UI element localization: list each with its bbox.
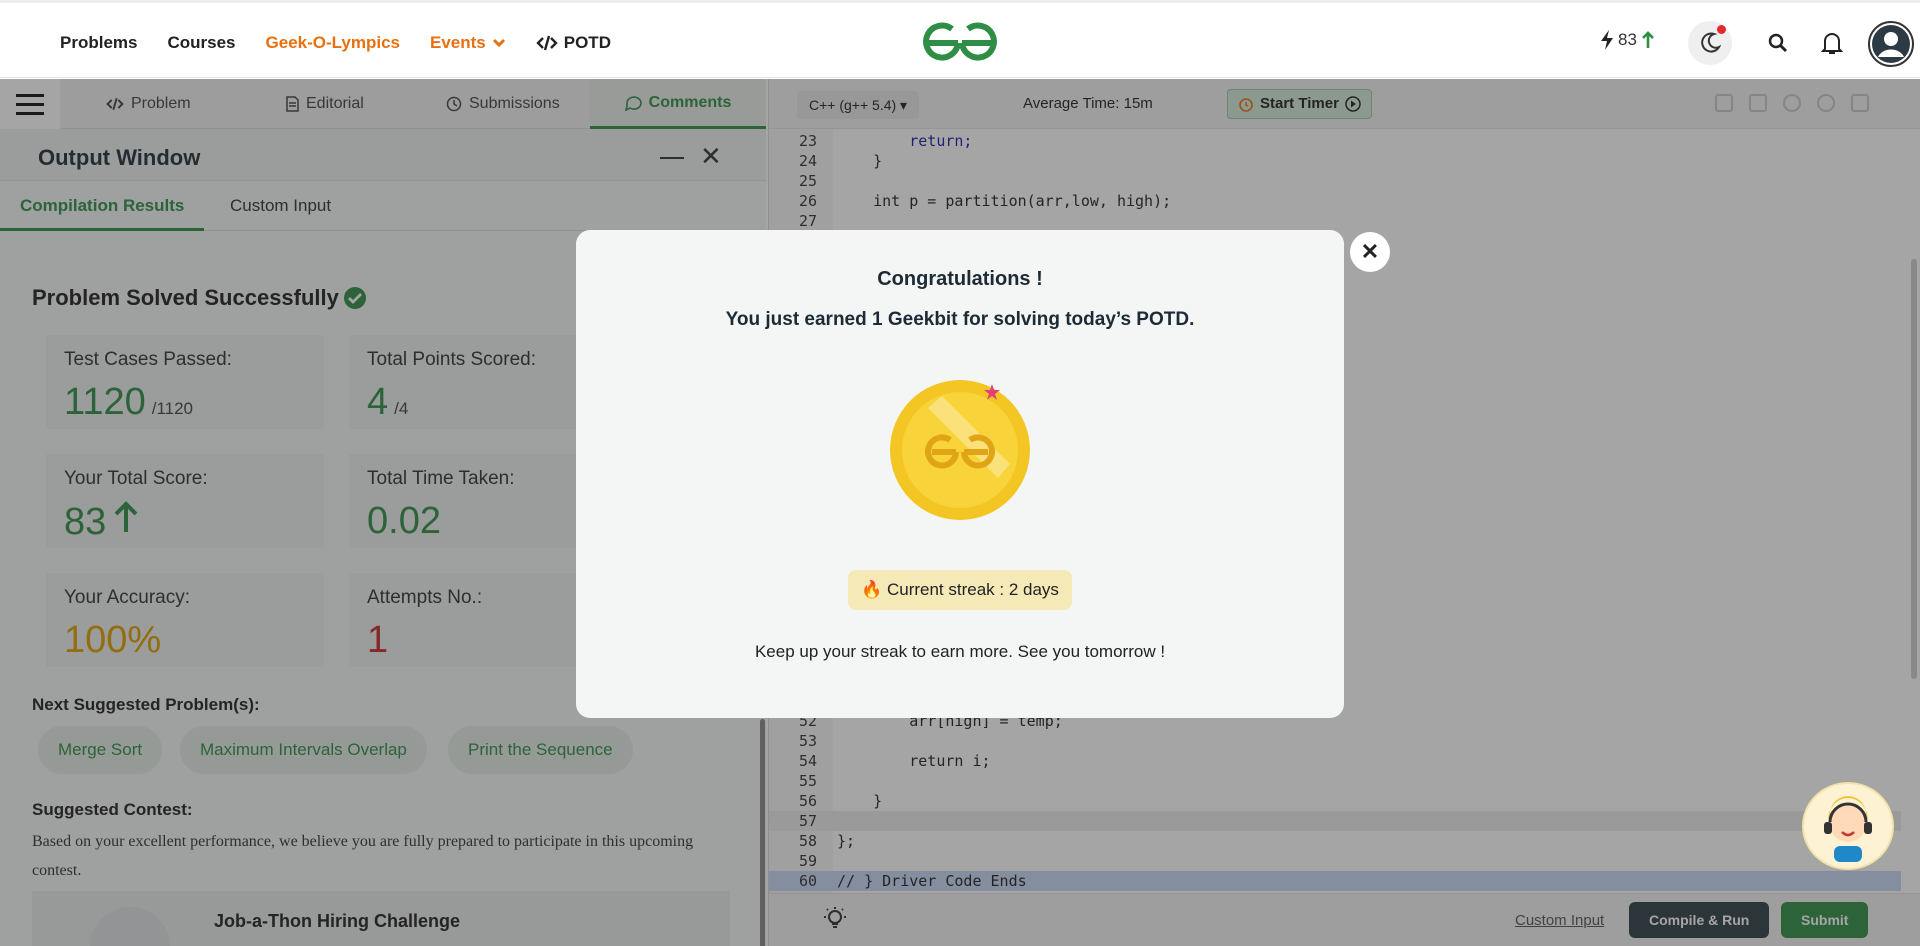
- help-assistant-button[interactable]: [1802, 782, 1894, 870]
- nav-events-label: Events: [430, 33, 486, 52]
- modal-footer-text: Keep up your streak to earn more. See yo…: [754, 642, 1166, 661]
- geekbit-coin-icon: [890, 380, 1030, 520]
- nav-courses[interactable]: Courses: [167, 33, 235, 53]
- bell-icon: [1821, 33, 1843, 54]
- modal-close-button[interactable]: ✕: [1350, 232, 1390, 272]
- congratulations-modal: Congratulations ! You just earned 1 Geek…: [576, 230, 1344, 718]
- arrow-up-icon: [1642, 31, 1654, 48]
- chevron-down-icon: [492, 38, 505, 48]
- nav-events[interactable]: Events: [430, 33, 506, 53]
- user-icon: [1872, 25, 1910, 63]
- dark-mode-toggle[interactable]: [1688, 21, 1732, 65]
- streak-indicator[interactable]: 83: [1600, 30, 1655, 50]
- search-icon: [1768, 33, 1788, 53]
- notifications-button[interactable]: [1810, 21, 1854, 65]
- modal-subtitle: You just earned 1 Geekbit for solving to…: [725, 309, 1195, 330]
- nav-potd-label: POTD: [563, 33, 611, 52]
- user-avatar[interactable]: [1868, 21, 1914, 67]
- gfg-logo[interactable]: [918, 21, 1002, 63]
- nav-problems[interactable]: Problems: [60, 33, 137, 53]
- support-agent-icon: [1824, 796, 1872, 862]
- code-icon: [536, 35, 558, 51]
- close-icon: ✕: [1360, 239, 1380, 264]
- modal-title: Congratulations !: [877, 268, 1043, 290]
- current-streak-text: Current streak : 2 days: [886, 580, 1059, 599]
- search-button[interactable]: [1756, 21, 1800, 65]
- moon-icon: [1701, 32, 1721, 53]
- streak-count: 83: [1618, 30, 1637, 49]
- current-streak-badge: 🔥 Current streak : 2 days: [848, 570, 1072, 610]
- nav-geek-o-lympics[interactable]: Geek-O-Lympics: [266, 33, 400, 53]
- fire-icon: 🔥: [861, 580, 883, 599]
- nav-links: Problems Courses Geek-O-Lympics Events P…: [60, 33, 611, 53]
- lightning-icon: [1601, 30, 1613, 50]
- nav-potd[interactable]: POTD: [536, 33, 611, 53]
- top-navbar: Problems Courses Geek-O-Lympics Events P…: [0, 0, 1920, 78]
- notification-dot: [1717, 25, 1726, 34]
